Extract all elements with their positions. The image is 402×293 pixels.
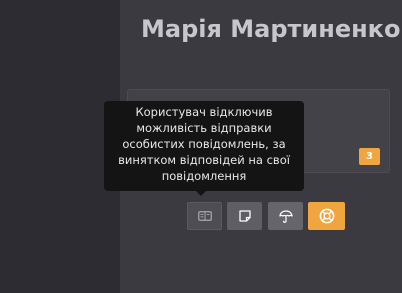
tooltip-arrow [196, 191, 206, 196]
left-sidebar [0, 0, 120, 293]
umbrella-icon [278, 209, 293, 223]
note-icon [238, 210, 251, 222]
message-disabled-tooltip: Користувач відключив можливість відправк… [104, 101, 304, 191]
note-button[interactable] [227, 202, 262, 230]
lifebuoy-icon [319, 208, 335, 224]
count-badge: 3 [359, 148, 380, 165]
send-message-button[interactable] [187, 202, 222, 230]
lifebuoy-button[interactable] [308, 202, 345, 230]
profile-name: Марія Мартиненко [141, 15, 401, 43]
envelope-icon [197, 211, 212, 221]
umbrella-button[interactable] [268, 202, 303, 230]
